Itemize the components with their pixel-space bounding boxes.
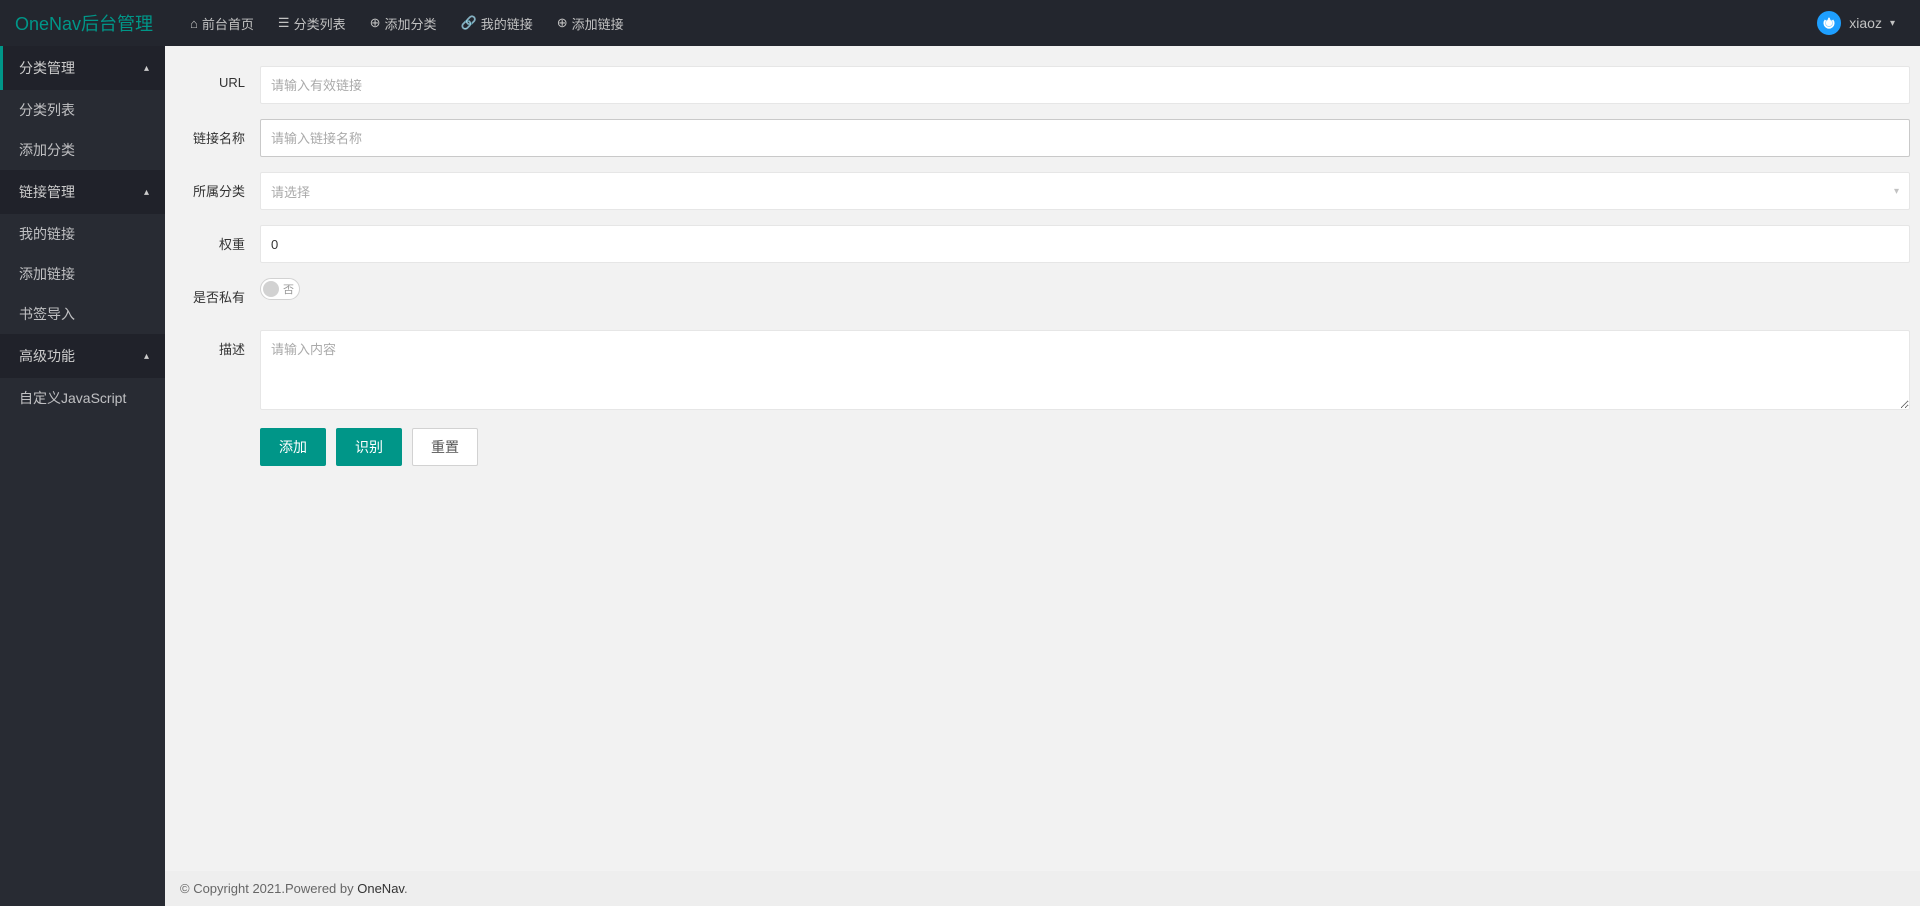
add-link-form: URL 链接名称 所属分类 请选择 ▾ <box>175 66 1910 466</box>
reset-button[interactable]: 重置 <box>412 428 478 466</box>
sidebar-group-label: 分类管理 <box>19 58 75 78</box>
sidebar-item-add-link[interactable]: 添加链接 <box>0 254 165 294</box>
sidebar-item-add-category[interactable]: 添加分类 <box>0 130 165 170</box>
copyright-text: © Copyright 2021.Powered by <box>180 881 357 896</box>
chevron-down-icon: ▾ <box>1894 186 1899 197</box>
footer-suffix: . <box>404 881 408 896</box>
private-switch[interactable]: 否 <box>260 278 300 300</box>
name-label: 链接名称 <box>175 119 260 156</box>
nav-label: 添加链接 <box>572 14 624 33</box>
identify-button[interactable]: 识别 <box>336 428 402 466</box>
sidebar-group-category[interactable]: 分类管理 ▴ <box>0 46 165 90</box>
main-content: URL 链接名称 所属分类 请选择 ▾ <box>165 46 1920 906</box>
plus-circle-icon: ⊕ <box>370 15 381 31</box>
chevron-up-icon: ▴ <box>144 187 149 198</box>
nav-home[interactable]: ⌂ 前台首页 <box>178 0 266 46</box>
nav-label: 分类列表 <box>294 14 346 33</box>
sidebar-item-my-links[interactable]: 我的链接 <box>0 214 165 254</box>
description-label: 描述 <box>175 330 260 367</box>
nav-my-links[interactable]: 🔗 我的链接 <box>449 0 545 46</box>
submit-button[interactable]: 添加 <box>260 428 326 466</box>
category-select[interactable]: 请选择 ▾ <box>260 172 1910 210</box>
nav-label: 添加分类 <box>385 14 437 33</box>
description-textarea[interactable] <box>260 330 1910 410</box>
plus-circle-icon: ⊕ <box>557 15 568 31</box>
list-icon: ☰ <box>278 15 290 31</box>
footer: © Copyright 2021.Powered by OneNav. <box>165 871 1920 906</box>
sidebar-item-import-bookmark[interactable]: 书签导入 <box>0 294 165 334</box>
private-label: 是否私有 <box>175 278 260 315</box>
switch-text: 否 <box>283 281 294 297</box>
nav-category-list[interactable]: ☰ 分类列表 <box>266 0 358 46</box>
home-icon: ⌂ <box>190 16 198 31</box>
nav-add-link[interactable]: ⊕ 添加链接 <box>545 0 636 46</box>
top-nav: ⌂ 前台首页 ☰ 分类列表 ⊕ 添加分类 🔗 我的链接 ⊕ 添加链接 <box>178 0 1807 46</box>
sidebar-item-custom-js[interactable]: 自定义JavaScript <box>0 378 165 418</box>
weight-input[interactable] <box>260 225 1910 263</box>
nav-add-category[interactable]: ⊕ 添加分类 <box>358 0 449 46</box>
sidebar-group-link[interactable]: 链接管理 ▴ <box>0 170 165 214</box>
user-name: xiaoz <box>1849 15 1882 31</box>
nav-label: 前台首页 <box>202 14 254 33</box>
link-icon: 🔗 <box>461 15 477 31</box>
chevron-up-icon: ▴ <box>144 351 149 362</box>
header: OneNav后台管理 ⌂ 前台首页 ☰ 分类列表 ⊕ 添加分类 🔗 我的链接 ⊕… <box>0 0 1920 46</box>
sidebar-group-label: 链接管理 <box>19 182 75 202</box>
url-input[interactable] <box>260 66 1910 104</box>
url-label: URL <box>175 66 260 99</box>
chevron-down-icon: ▾ <box>1890 18 1895 29</box>
sidebar-item-category-list[interactable]: 分类列表 <box>0 90 165 130</box>
power-icon <box>1817 11 1841 35</box>
sidebar-group-label: 高级功能 <box>19 346 75 366</box>
footer-link[interactable]: OneNav <box>357 881 404 896</box>
name-input[interactable] <box>260 119 1910 157</box>
sidebar: 分类管理 ▴ 分类列表 添加分类 链接管理 ▴ 我的链接 添加链接 书签导入 高… <box>0 46 165 906</box>
chevron-up-icon: ▴ <box>144 63 149 74</box>
switch-knob <box>263 281 279 297</box>
user-menu[interactable]: xiaoz ▾ <box>1807 11 1905 35</box>
category-label: 所属分类 <box>175 172 260 209</box>
nav-label: 我的链接 <box>481 14 533 33</box>
sidebar-group-advanced[interactable]: 高级功能 ▴ <box>0 334 165 378</box>
weight-label: 权重 <box>175 225 260 262</box>
select-placeholder: 请选择 <box>271 182 310 201</box>
logo[interactable]: OneNav后台管理 <box>15 10 153 36</box>
